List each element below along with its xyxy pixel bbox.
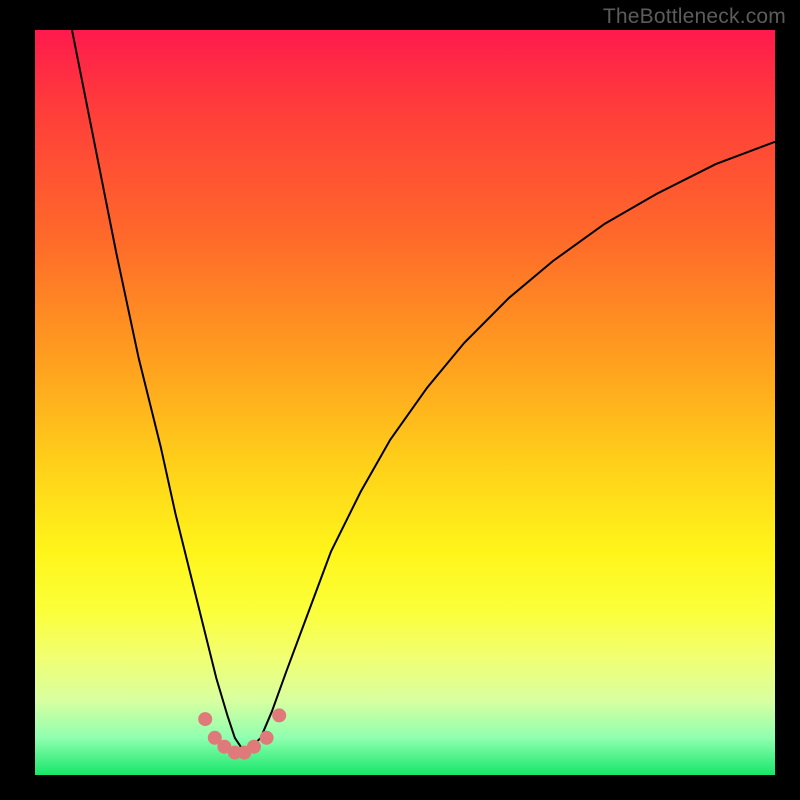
marker-point <box>272 708 286 722</box>
marker-point <box>260 731 274 745</box>
marker-group <box>198 708 286 759</box>
marker-point <box>198 712 212 726</box>
plot-area <box>35 30 775 775</box>
curve-svg <box>35 30 775 775</box>
marker-point <box>247 740 261 754</box>
chart-frame: TheBottleneck.com <box>0 0 800 800</box>
watermark-text: TheBottleneck.com <box>603 5 786 29</box>
bottleneck-curve <box>72 30 775 749</box>
